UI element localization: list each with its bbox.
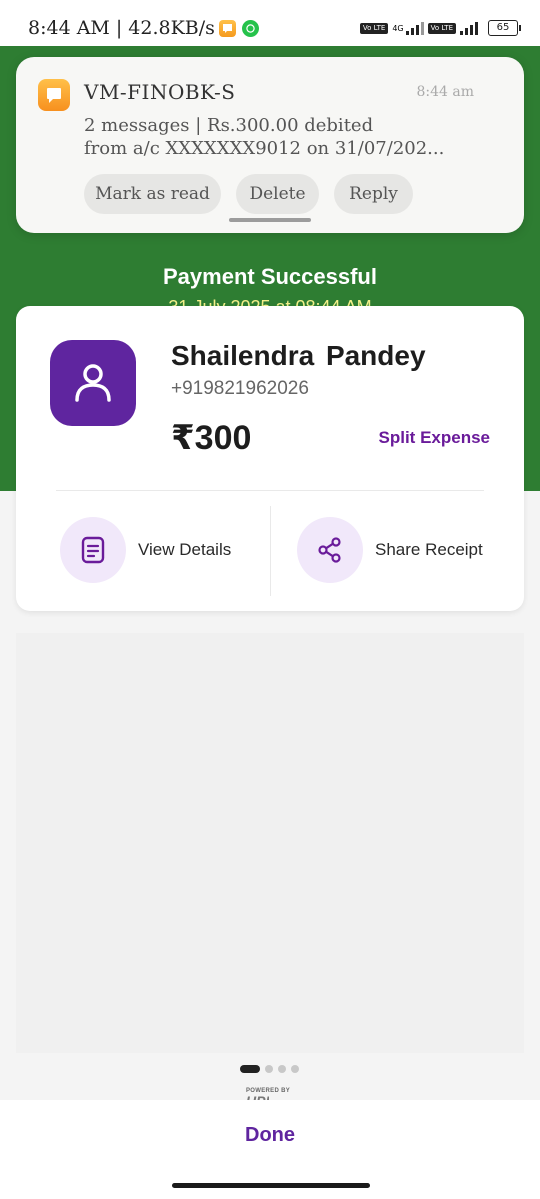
document-icon	[60, 517, 126, 583]
home-indicator[interactable]	[172, 1183, 370, 1188]
notification-drag-handle[interactable]	[229, 218, 311, 222]
signal-icon	[405, 21, 424, 35]
notification-time: 8:44 am	[416, 84, 474, 100]
notification-sender: VM-FINOBK-S	[84, 80, 236, 104]
carousel-dot-active[interactable]	[240, 1065, 260, 1073]
clock: 8:44 AM	[28, 17, 110, 39]
bottom-bar: Done	[0, 1100, 540, 1199]
done-button[interactable]: Done	[0, 1124, 540, 1147]
view-details-label: View Details	[138, 540, 232, 559]
payment-card: Shailendra Pandey +919821962026 ₹300 Spl…	[16, 306, 524, 611]
share-receipt-button[interactable]: Share Receipt	[297, 517, 483, 583]
network-type: 4G	[392, 23, 404, 33]
status-left: 8:44 AM | 42.8KB/s	[28, 17, 259, 39]
delete-button[interactable]: Delete	[236, 174, 319, 214]
carousel-indicator[interactable]	[240, 1065, 299, 1073]
network-speed: 42.8KB/s	[128, 17, 215, 39]
status-bar: 8:44 AM | 42.8KB/s Vo LTE 4G Vo LTE 65	[0, 0, 540, 46]
status-separator: |	[115, 17, 123, 39]
messages-icon	[38, 79, 70, 111]
messages-app-icon	[218, 19, 236, 37]
banner-area	[16, 633, 524, 1053]
view-details-button[interactable]: View Details	[60, 517, 231, 583]
carousel-dot[interactable]	[278, 1065, 286, 1073]
mark-as-read-button[interactable]: Mark as read	[84, 174, 221, 214]
sms-notification[interactable]: VM-FINOBK-S 8:44 am 2 messages | Rs.300.…	[16, 57, 524, 233]
battery-icon: 65	[488, 20, 521, 36]
card-divider	[56, 490, 484, 491]
volte-icon: Vo LTE	[359, 22, 389, 34]
carousel-dot[interactable]	[265, 1065, 273, 1073]
share-icon	[297, 517, 363, 583]
volte-icon-2: Vo LTE	[427, 22, 456, 34]
payee-phone: +919821962026	[171, 378, 309, 399]
action-divider	[270, 506, 271, 596]
reply-button[interactable]: Reply	[334, 174, 413, 214]
payment-status-title: Payment Successful	[163, 264, 377, 289]
signal-icon-2	[460, 21, 478, 35]
payment-amount: ₹300	[171, 419, 252, 457]
avatar	[50, 340, 136, 426]
payee-name: Shailendra Pandey	[171, 340, 426, 371]
status-right: Vo LTE 4G Vo LTE 65	[359, 20, 521, 36]
share-receipt-label: Share Receipt	[375, 540, 483, 559]
whatsapp-icon	[241, 19, 259, 37]
notification-text-line1: 2 messages | Rs.300.00 debited	[84, 115, 374, 136]
split-expense-button[interactable]: Split Expense	[379, 428, 490, 448]
notification-text-line2: from a/c XXXXXXX9012 on 31/07/202...	[84, 138, 445, 159]
carousel-dot[interactable]	[291, 1065, 299, 1073]
person-icon	[75, 364, 111, 402]
